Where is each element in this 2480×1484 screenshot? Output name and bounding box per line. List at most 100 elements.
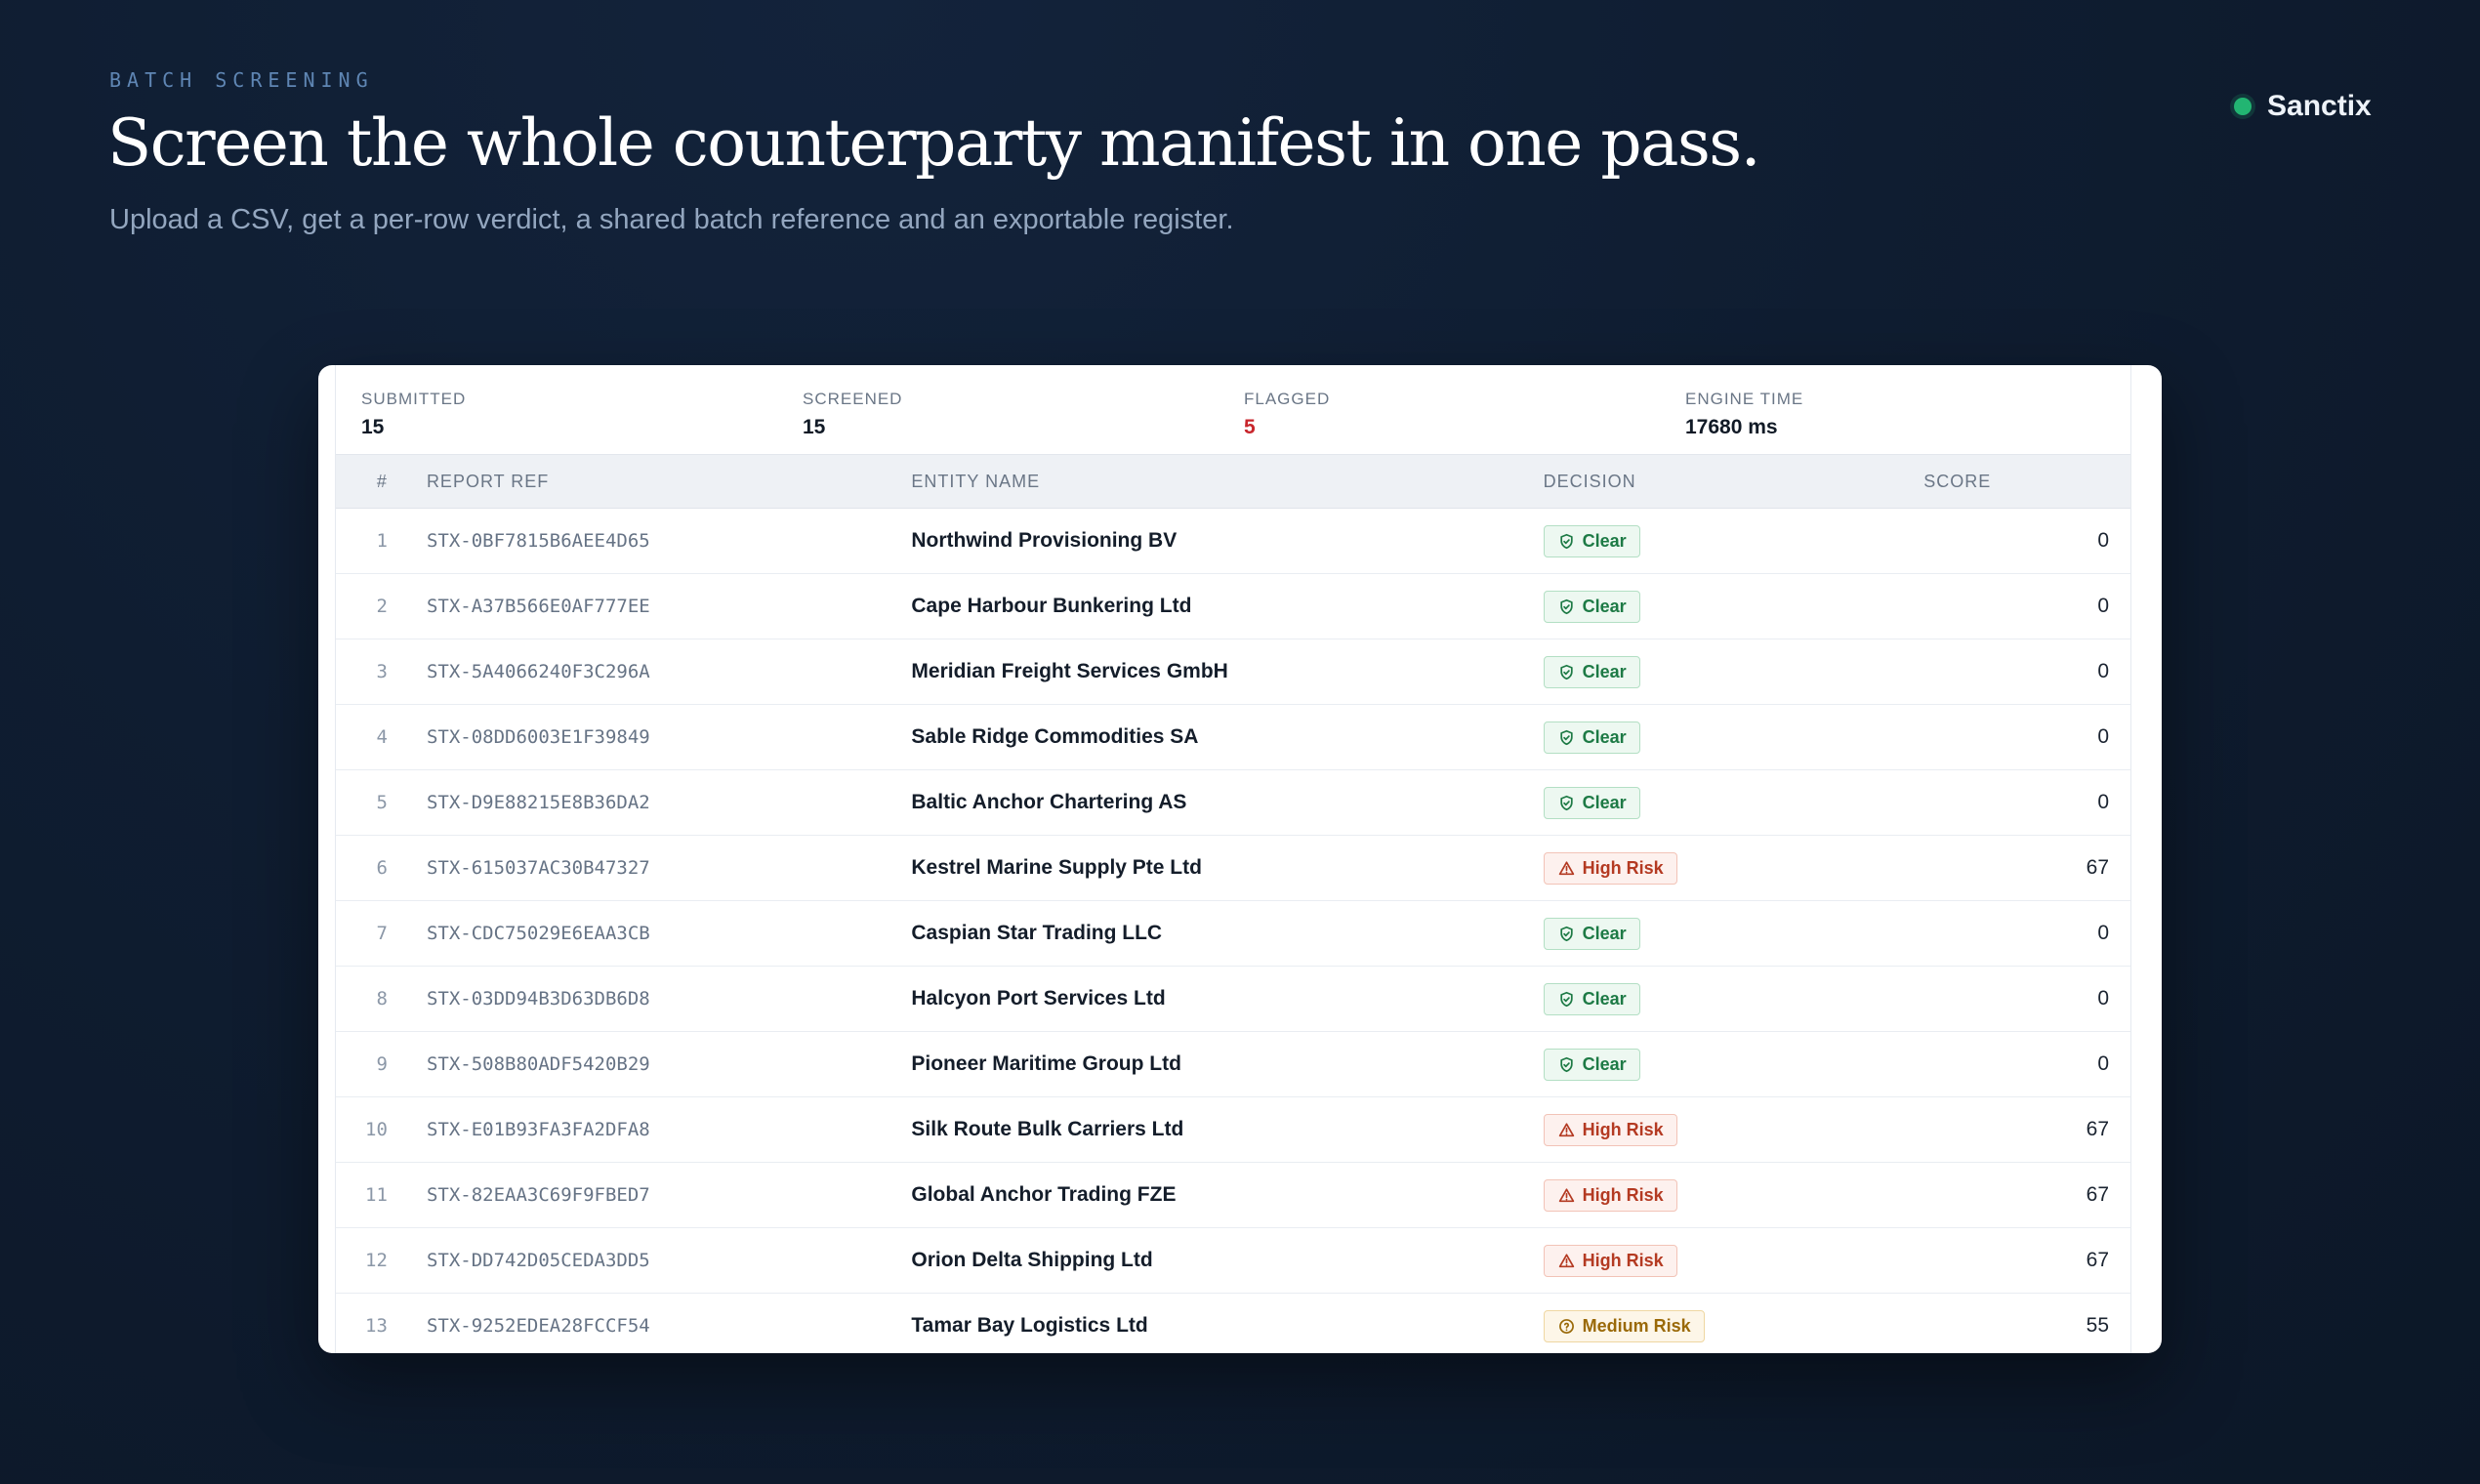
column-header-score[interactable]: SCORE <box>1922 472 2130 492</box>
decision-label: Clear <box>1582 726 1627 747</box>
table-header: # REPORT REF ENTITY NAME DECISION SCORE <box>336 454 2130 509</box>
risk-score: 67 <box>2086 856 2109 879</box>
decision-cell: Clear <box>1542 524 1922 557</box>
table-row[interactable]: 7 STX-CDC75029E6EAA3CB Caspian Star Tradin… <box>336 901 2130 967</box>
report-ref[interactable]: STX-615037AC30B47327 <box>397 857 904 879</box>
report-ref[interactable]: STX-9252EDEA28FCCF54 <box>397 1315 904 1337</box>
row-number: 1 <box>376 530 388 552</box>
decision-badge: Clear <box>1543 590 1640 623</box>
row-number: 7 <box>376 923 388 944</box>
entity-name: Kestrel Marine Supply Pte Ltd <box>911 856 1202 879</box>
report-ref[interactable]: STX-A37B566E0AF777EE <box>397 596 904 617</box>
decision-badge: Clear <box>1543 721 1640 754</box>
batch-stats: SUBMITTED 15 SCREENED 15 FLAGGED 5 ENGIN… <box>336 365 2130 454</box>
stat-label: FLAGGED <box>1244 390 1331 408</box>
table-row[interactable]: 13 STX-9252EDEA28FCCF54 Tamar Bay Logistic… <box>336 1294 2130 1353</box>
decision-label: Clear <box>1582 792 1627 812</box>
report-ref[interactable]: STX-E01B93FA3FA2DFA8 <box>397 1119 904 1140</box>
decision-cell: High Risk <box>1542 1178 1922 1212</box>
risk-score: 67 <box>2086 1249 2109 1271</box>
decision-label: Clear <box>1582 661 1627 681</box>
report-ref[interactable]: STX-03DD94B3D63DB6D8 <box>397 988 904 1010</box>
entity-name: Baltic Anchor Chartering AS <box>911 791 1187 813</box>
stat-flagged: FLAGGED 5 <box>1244 390 1685 454</box>
decision-badge: High Risk <box>1543 1244 1677 1277</box>
table-row[interactable]: 1 STX-0BF7815B6AEE4D65 Northwind Provision… <box>336 509 2130 574</box>
shield-check-icon <box>1558 795 1575 811</box>
table-row[interactable]: 8 STX-03DD94B3D63DB6D8 Halcyon Port Servic… <box>336 967 2130 1032</box>
report-ref[interactable]: STX-82EAA3C69F9FBED7 <box>397 1184 904 1206</box>
decision-badge: Medium Risk <box>1543 1309 1705 1342</box>
decision-badge: High Risk <box>1543 1178 1677 1212</box>
decision-cell: Clear <box>1542 1048 1922 1081</box>
column-header-report-ref[interactable]: REPORT REF <box>397 472 904 492</box>
table-row[interactable]: 2 STX-A37B566E0AF777EE Cape Harbour Bunker… <box>336 574 2130 639</box>
warning-triangle-icon <box>1558 1253 1575 1269</box>
entity-name: Global Anchor Trading FZE <box>911 1183 1177 1206</box>
decision-badge: Clear <box>1543 917 1640 950</box>
report-ref[interactable]: STX-508B80ADF5420B29 <box>397 1053 904 1075</box>
report-ref[interactable]: STX-D9E88215E8B36DA2 <box>397 792 904 813</box>
brand-name: Sanctix <box>2267 90 2372 122</box>
risk-score: 0 <box>2097 595 2109 617</box>
decision-label: High Risk <box>1582 1184 1664 1205</box>
warning-triangle-icon <box>1558 1122 1575 1138</box>
row-number: 9 <box>376 1053 388 1075</box>
row-number: 11 <box>365 1184 388 1206</box>
report-ref[interactable]: STX-08DD6003E1F39849 <box>397 726 904 748</box>
row-number: 13 <box>365 1315 388 1337</box>
stat-engine-time: ENGINE TIME 17680 ms <box>1685 390 2127 454</box>
column-header-entity-name[interactable]: ENTITY NAME <box>904 472 1541 492</box>
page-title: Screen the whole counterparty manifest i… <box>107 105 1761 181</box>
risk-score: 67 <box>2086 1118 2109 1140</box>
row-number: 6 <box>376 857 388 879</box>
risk-score: 67 <box>2086 1183 2109 1206</box>
row-number: 3 <box>376 661 388 682</box>
batch-screening-page: BATCH SCREENING Screen the whole counter… <box>0 0 2480 1484</box>
column-header-decision[interactable]: DECISION <box>1542 472 1922 492</box>
table-row[interactable]: 3 STX-5A4066240F3C296A Meridian Freight Se… <box>336 639 2130 705</box>
status-dot-icon <box>2234 98 2252 115</box>
column-header-number[interactable]: # <box>336 472 397 492</box>
shield-check-icon <box>1558 926 1575 942</box>
decision-cell: Clear <box>1542 786 1922 819</box>
stat-value: 15 <box>803 416 826 438</box>
decision-label: High Risk <box>1582 857 1664 878</box>
risk-score: 0 <box>2097 791 2109 813</box>
decision-badge: Clear <box>1543 786 1640 819</box>
risk-score: 0 <box>2097 529 2109 552</box>
entity-name: Meridian Freight Services GmbH <box>911 660 1228 682</box>
risk-score: 0 <box>2097 1052 2109 1075</box>
decision-label: Medium Risk <box>1582 1315 1691 1336</box>
table-row[interactable]: 12 STX-DD742D05CEDA3DD5 Orion Delta Shippi… <box>336 1228 2130 1294</box>
risk-score: 0 <box>2097 987 2109 1010</box>
risk-score: 0 <box>2097 725 2109 748</box>
table-row[interactable]: 5 STX-D9E88215E8B36DA2 Baltic Anchor Chart… <box>336 770 2130 836</box>
row-number: 2 <box>376 596 388 617</box>
risk-score: 55 <box>2086 1314 2109 1337</box>
brand-logo[interactable]: Sanctix <box>2234 90 2372 123</box>
table-row[interactable]: 4 STX-08DD6003E1F39849 Sable Ridge Commodi… <box>336 705 2130 770</box>
entity-name: Orion Delta Shipping Ltd <box>911 1249 1153 1271</box>
stat-value: 5 <box>1244 416 1256 438</box>
report-ref[interactable]: STX-5A4066240F3C296A <box>397 661 904 682</box>
report-ref[interactable]: STX-0BF7815B6AEE4D65 <box>397 530 904 552</box>
stat-label: ENGINE TIME <box>1685 390 1804 408</box>
stat-label: SCREENED <box>803 390 903 408</box>
table-row[interactable]: 9 STX-508B80ADF5420B29 Pioneer Maritime Gr… <box>336 1032 2130 1097</box>
table-row[interactable]: 6 STX-615037AC30B47327 Kestrel Marine Supp… <box>336 836 2130 901</box>
decision-badge: Clear <box>1543 524 1640 557</box>
decision-label: High Risk <box>1582 1250 1664 1270</box>
entity-name: Halcyon Port Services Ltd <box>911 987 1166 1010</box>
decision-badge: High Risk <box>1543 1113 1677 1146</box>
decision-label: Clear <box>1582 988 1627 1009</box>
help-circle-icon <box>1558 1318 1575 1335</box>
decision-cell: Medium Risk <box>1542 1309 1922 1342</box>
table-row[interactable]: 10 STX-E01B93FA3FA2DFA8 Silk Route Bulk Ca… <box>336 1097 2130 1163</box>
report-ref[interactable]: STX-DD742D05CEDA3DD5 <box>397 1250 904 1271</box>
results-card: SUBMITTED 15 SCREENED 15 FLAGGED 5 ENGIN… <box>318 365 2162 1353</box>
table-row[interactable]: 11 STX-82EAA3C69F9FBED7 Global Anchor Trad… <box>336 1163 2130 1228</box>
report-ref[interactable]: STX-CDC75029E6EAA3CB <box>397 923 904 944</box>
page-subtitle: Upload a CSV, get a per-row verdict, a s… <box>109 204 1234 235</box>
section-eyebrow: BATCH SCREENING <box>109 68 374 92</box>
